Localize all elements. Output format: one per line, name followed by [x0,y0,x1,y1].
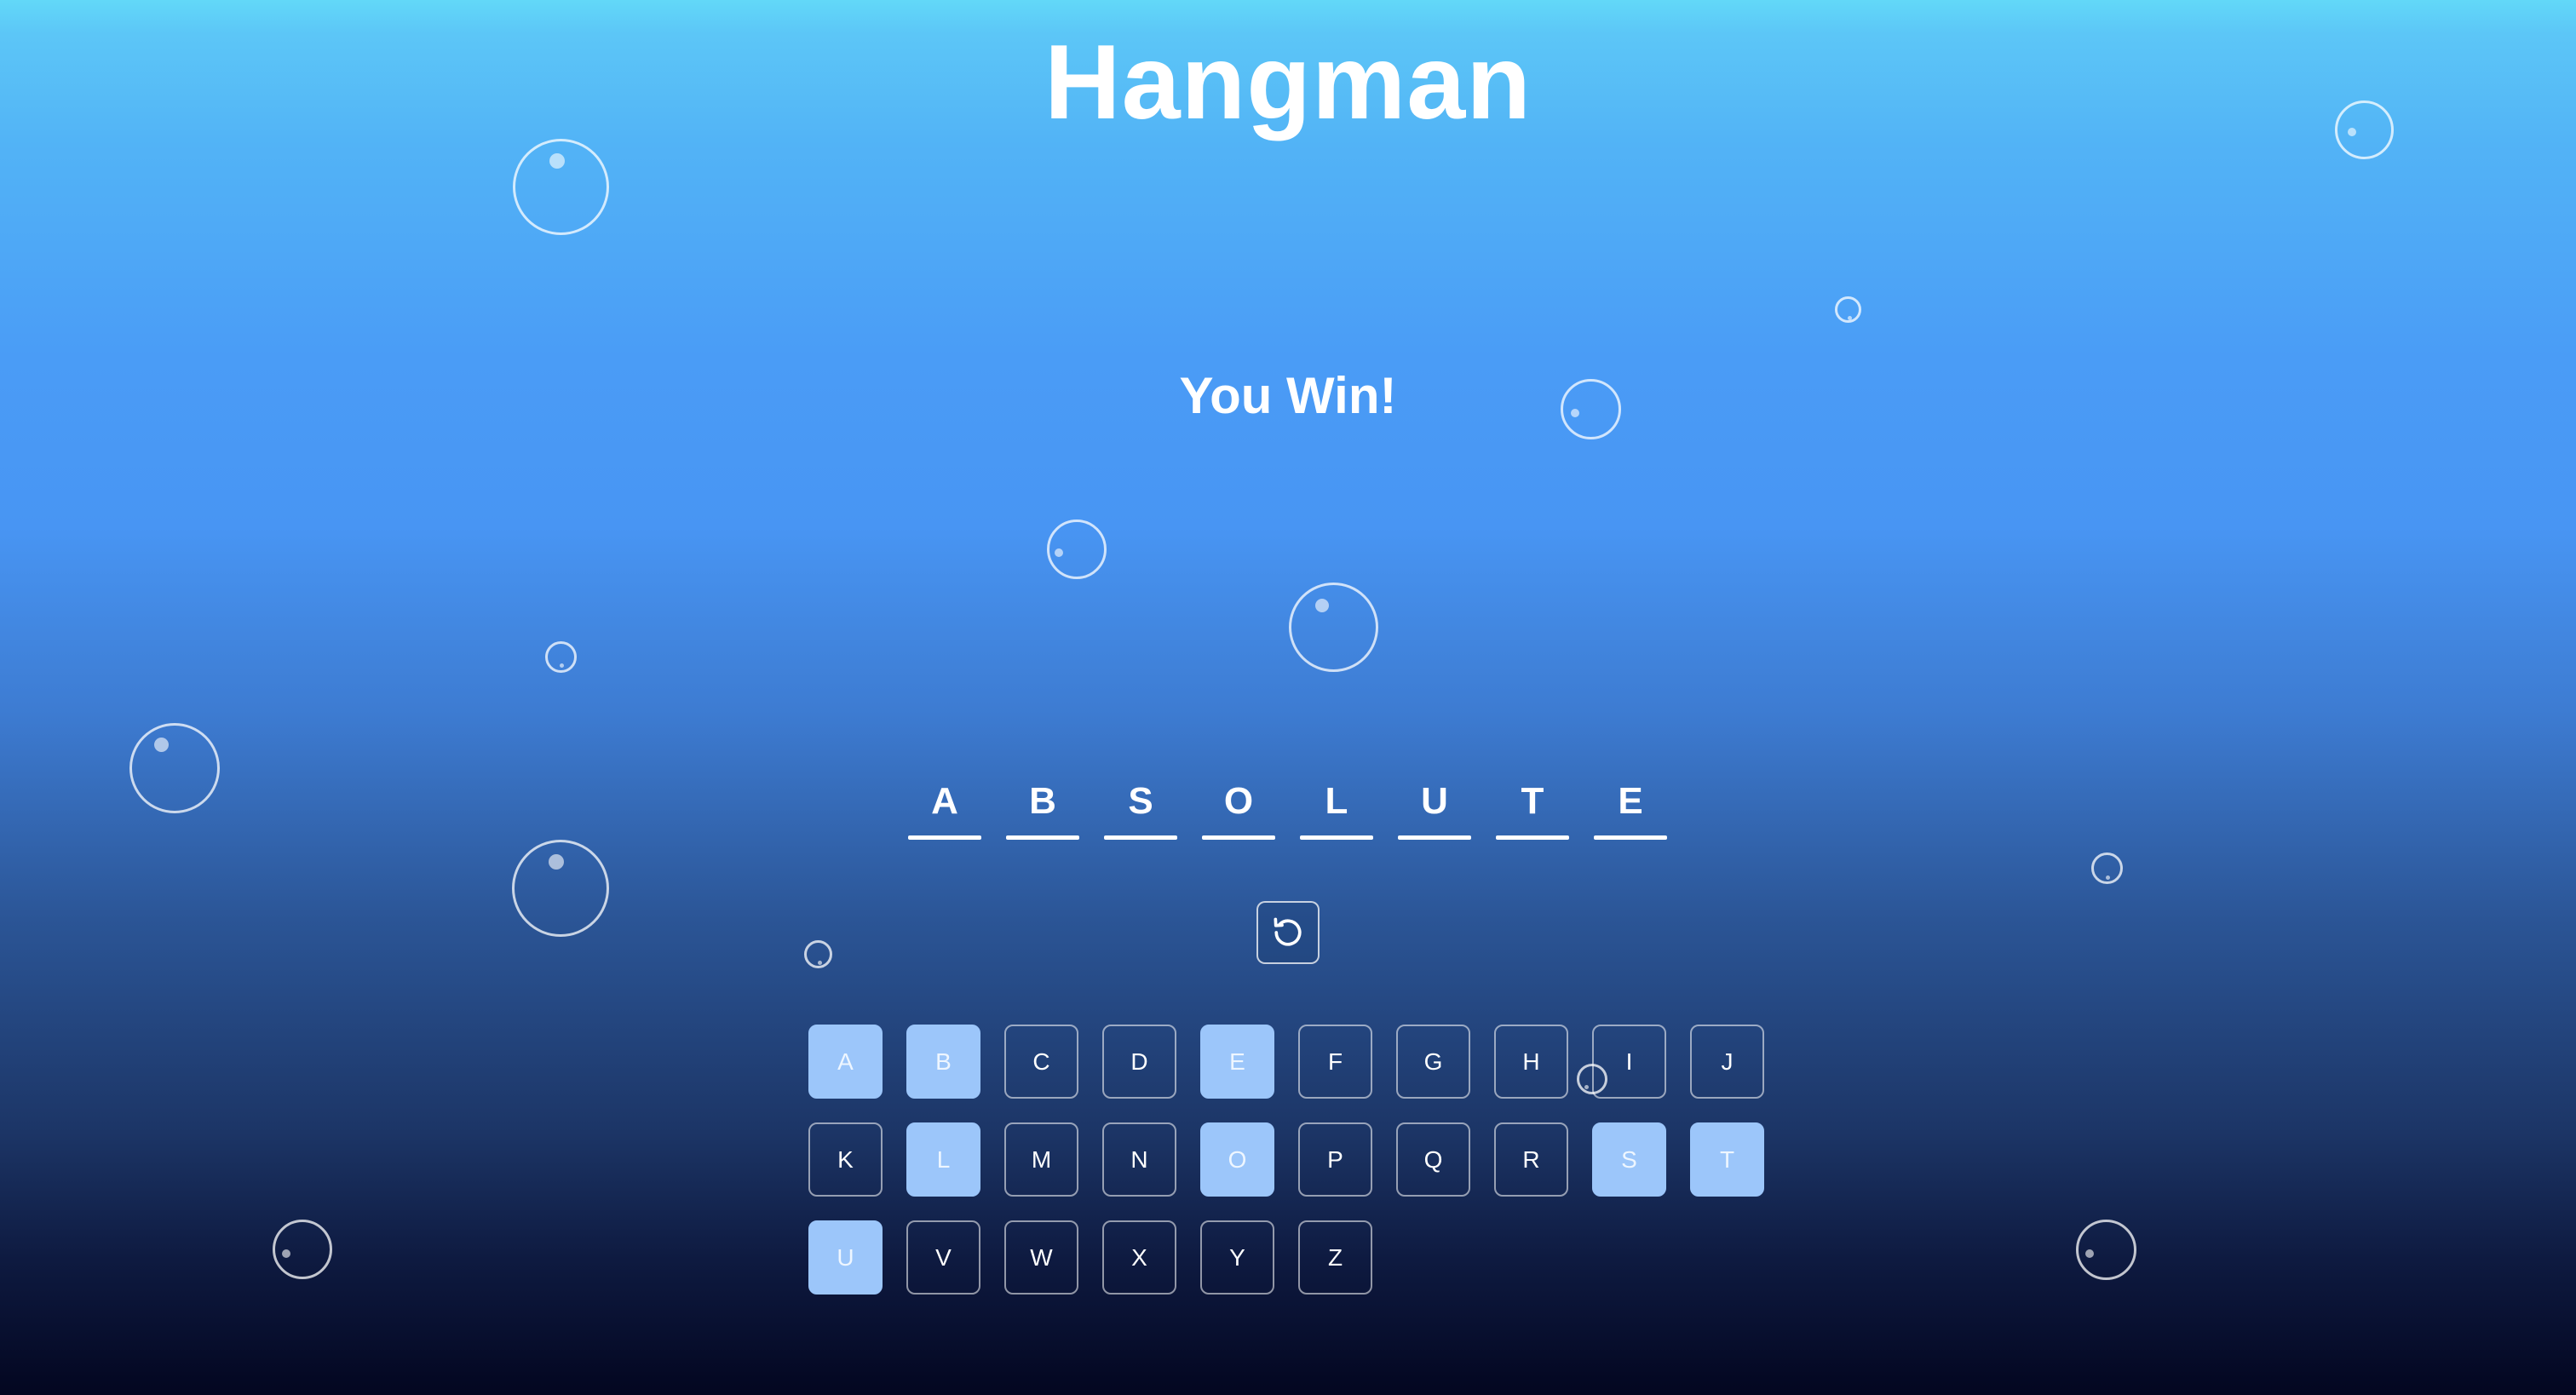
key-x[interactable]: X [1102,1220,1176,1295]
letter-underline [1496,835,1569,840]
key-f[interactable]: F [1298,1025,1372,1099]
letter-underline [908,835,981,840]
key-m[interactable]: M [1004,1122,1078,1197]
key-l[interactable]: L [906,1122,980,1197]
key-b[interactable]: B [906,1025,980,1099]
letter-underline [1594,835,1667,840]
bubble [513,139,609,235]
bubble [512,840,609,937]
key-k[interactable]: K [808,1122,883,1197]
bubble [2091,852,2123,884]
letter-underline [1300,835,1373,840]
key-q[interactable]: Q [1396,1122,1470,1197]
key-y[interactable]: Y [1200,1220,1274,1295]
key-v[interactable]: V [906,1220,980,1295]
key-s[interactable]: S [1592,1122,1666,1197]
bubble [129,723,220,813]
letter-slot: E [1594,772,1667,840]
letter-underline [1398,835,1471,840]
revealed-letter: B [1029,780,1056,822]
letter-slot: B [1006,772,1079,840]
letter-slot: L [1300,772,1373,840]
word-display: ABSOLUTE [908,772,1667,840]
letter-underline [1006,835,1079,840]
revealed-letter: T [1521,780,1544,822]
revealed-letter: E [1618,780,1643,822]
game-title: Hangman [1044,24,1532,141]
letter-keyboard: ABCDEFGHIJ KLMNOPQRST UVWXYZ [808,1025,1771,1295]
key-n[interactable]: N [1102,1122,1176,1197]
bubble [273,1220,332,1279]
key-w[interactable]: W [1004,1220,1078,1295]
key-h[interactable]: H [1494,1025,1568,1099]
key-z[interactable]: Z [1298,1220,1372,1295]
key-r[interactable]: R [1494,1122,1568,1197]
revealed-letter: A [931,780,958,822]
key-c[interactable]: C [1004,1025,1078,1099]
key-i[interactable]: I [1592,1025,1666,1099]
bubble [1047,520,1107,579]
restart-button[interactable] [1256,901,1320,964]
key-j[interactable]: J [1690,1025,1764,1099]
key-d[interactable]: D [1102,1025,1176,1099]
letter-slot: T [1496,772,1569,840]
key-e[interactable]: E [1200,1025,1274,1099]
bubble [2076,1220,2136,1280]
bubble [804,940,832,968]
restart-icon [1274,917,1302,946]
bubble [1835,296,1861,323]
bubble [1289,583,1378,672]
letter-underline [1202,835,1275,840]
key-o[interactable]: O [1200,1122,1274,1197]
letter-slot: A [908,772,981,840]
letter-slot: S [1104,772,1177,840]
letter-slot: O [1202,772,1275,840]
key-p[interactable]: P [1298,1122,1372,1197]
key-g[interactable]: G [1396,1025,1470,1099]
bubble [545,641,577,673]
revealed-letter: U [1421,780,1448,822]
key-u[interactable]: U [808,1220,883,1295]
key-t[interactable]: T [1690,1122,1764,1197]
letter-underline [1104,835,1177,840]
revealed-letter: O [1223,780,1254,822]
revealed-letter: S [1128,780,1153,822]
letter-slot: U [1398,772,1471,840]
revealed-letter: L [1325,780,1348,822]
win-message: You Win! [1179,367,1397,424]
key-a[interactable]: A [808,1025,883,1099]
